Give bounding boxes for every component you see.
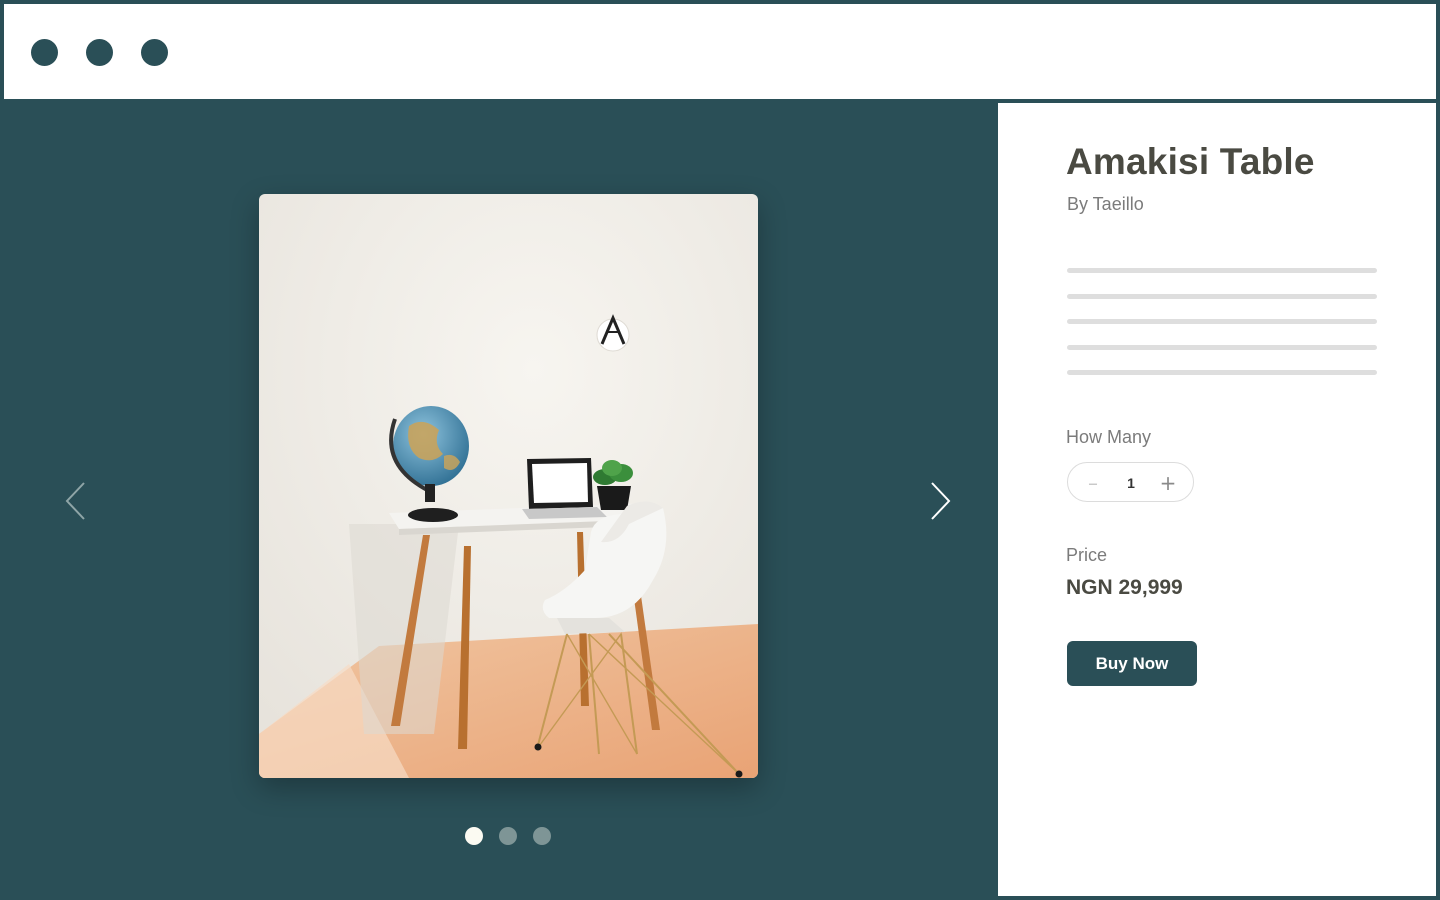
quantity-stepper: – + (1067, 462, 1194, 502)
quantity-input[interactable] (1116, 472, 1146, 494)
description-placeholder-line (1067, 294, 1377, 299)
buy-now-button[interactable]: Buy Now (1067, 641, 1197, 686)
window-control-dot[interactable] (141, 39, 168, 66)
chevron-right-icon (931, 482, 951, 520)
price-label: Price (1066, 545, 1108, 565)
window-control-dot[interactable] (31, 39, 58, 66)
description-placeholder-line (1067, 319, 1377, 324)
next-image-button[interactable] (925, 481, 955, 521)
product-details-panel: Amakisi Table By Taeillo How Many – + Pr… (998, 103, 1436, 896)
carousel-dot-3[interactable] (533, 827, 551, 845)
description-placeholder-line (1067, 345, 1377, 350)
product-photo (259, 194, 758, 778)
window-titlebar (4, 4, 1436, 99)
quantity-label: How Many (1066, 427, 1152, 447)
plus-icon[interactable]: + (1156, 471, 1180, 495)
chevron-left-icon (65, 482, 85, 520)
product-title: Amakisi Table (1066, 141, 1315, 182)
product-brand: By Taeillo (1067, 194, 1144, 214)
carousel-dot-2[interactable] (499, 827, 517, 845)
carousel-dot-1[interactable] (465, 827, 483, 845)
desk-with-globe-laptop-chair-photo (259, 194, 758, 778)
description-placeholder-line (1067, 370, 1377, 375)
price-value: NGN 29,999 (1066, 576, 1183, 599)
previous-image-button[interactable] (61, 481, 91, 521)
minus-icon[interactable]: – (1081, 471, 1105, 495)
window-control-dot[interactable] (86, 39, 113, 66)
description-placeholder-line (1067, 268, 1377, 273)
image-gallery (0, 99, 998, 900)
